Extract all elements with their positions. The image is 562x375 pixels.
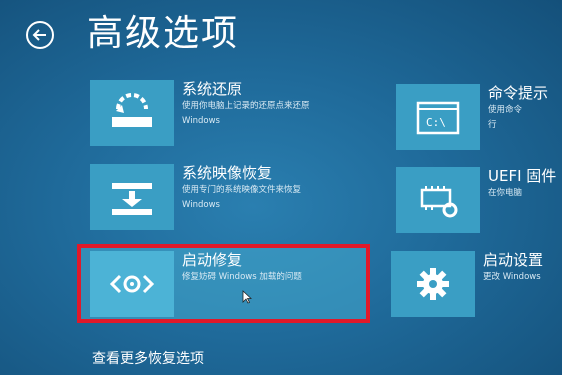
option-title: 启动修复 [182,251,243,269]
option-title: 系统还原 [182,80,243,98]
command-prompt-tile: C:\ [396,84,480,150]
option-description: Windows [182,200,220,210]
gear-icon [417,268,449,300]
option-description: 使用命令 [488,105,523,115]
option-description: 使用你电脑上记录的还原点来还原 [182,101,310,111]
uefi-firmware-icon [420,186,458,218]
startup-repair-icon [109,274,155,294]
option-system-restore[interactable]: 系统还原 使用你电脑上记录的还原点来还原 Windows [90,80,310,146]
option-description: 行 [488,120,497,130]
option-title: 命令提示 [488,84,549,102]
command-prompt-icon: C:\ [416,101,460,135]
system-restore-tile [90,80,174,146]
more-recovery-options-link[interactable]: 查看更多恢复选项 [92,348,204,368]
uefi-firmware-tile [396,167,480,233]
option-title: UEFI 固件 [488,167,557,185]
command-prompt-icon-text: C:\ [426,116,446,129]
back-button[interactable] [26,21,54,49]
system-restore-icon [112,93,152,127]
back-arrow-icon [32,29,46,41]
startup-repair-tile [90,251,174,317]
option-description: 使用专门的系统映像文件来恢复 [182,185,302,195]
option-uefi-firmware[interactable]: UEFI 固件 在你电脑 [396,167,556,233]
system-image-recovery-icon [112,183,152,215]
startup-settings-tile [391,251,475,317]
option-title: 启动设置 [483,251,544,269]
option-description: 更改 Windows [483,272,541,282]
option-title: 系统映像恢复 [182,164,273,182]
option-description: 修复妨碍 Windows 加载的问题 [182,272,302,282]
option-system-image-recovery[interactable]: 系统映像恢复 使用专门的系统映像文件来恢复 Windows [90,164,301,230]
option-startup-settings[interactable]: 启动设置 更改 Windows [391,251,543,317]
mouse-cursor-icon [242,290,252,304]
system-image-recovery-tile [90,164,174,230]
page-title: 高级选项 [87,13,240,54]
option-command-prompt[interactable]: C:\ 命令提示 使用命令 行 [396,84,548,150]
option-description: 在你电脑 [488,188,523,198]
option-description: Windows [182,116,220,126]
option-startup-repair[interactable]: 启动修复 修复妨碍 Windows 加载的问题 [90,251,302,317]
